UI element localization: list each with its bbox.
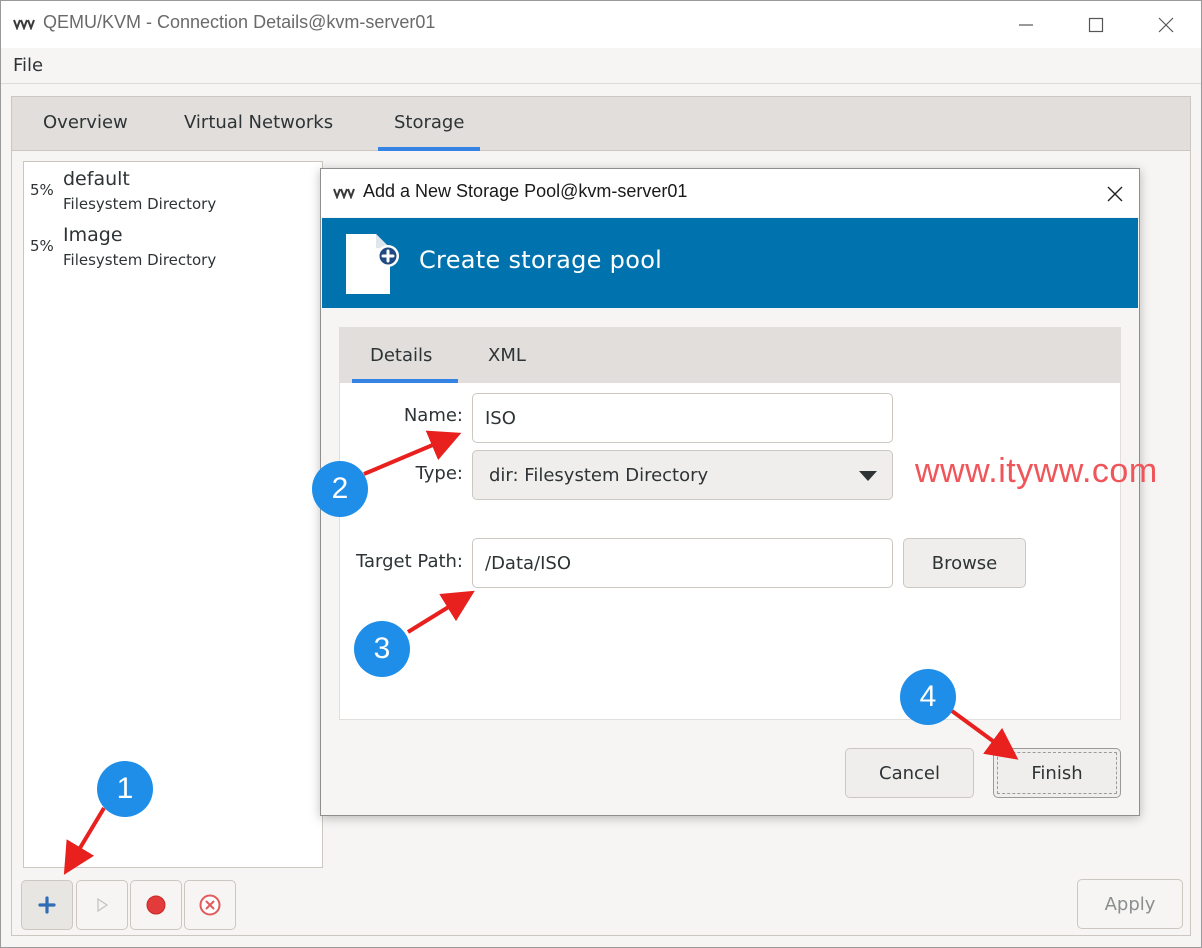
main-titlebar: QEMU/KVM - Connection Details@kvm-server…: [1, 1, 1201, 48]
stop-pool-button[interactable]: [130, 880, 182, 930]
new-document-icon: [346, 234, 399, 294]
start-pool-button[interactable]: [76, 880, 128, 930]
connection-tabbar: Overview Virtual Networks Storage: [12, 97, 1190, 151]
pool-item-image[interactable]: 5% Image Filesystem Directory: [24, 222, 322, 276]
cancel-button[interactable]: Cancel: [845, 748, 974, 798]
main-window-title: QEMU/KVM - Connection Details@kvm-server…: [43, 12, 436, 32]
dialog-tabbar: Details XML: [340, 328, 1120, 383]
pool-usage-percent: 5%: [30, 181, 54, 199]
close-window-button[interactable]: [1143, 9, 1189, 41]
maximize-button[interactable]: [1073, 9, 1119, 41]
pool-usage-percent: 5%: [30, 237, 54, 255]
tab-details[interactable]: Details: [352, 344, 458, 383]
target-path-input[interactable]: /Data/ISO: [472, 538, 893, 588]
virt-manager-logo-icon: [13, 19, 35, 30]
type-dropdown[interactable]: dir: Filesystem Directory: [472, 450, 893, 500]
dropdown-arrow-icon: [859, 471, 877, 481]
step-badge-3: 3: [354, 621, 410, 677]
pool-name: default: [63, 168, 130, 190]
add-storage-pool-dialog: Add a New Storage Pool@kvm-server01 Crea…: [320, 168, 1140, 816]
target-path-label: Target Path:: [355, 551, 463, 572]
name-input[interactable]: ISO: [472, 393, 893, 443]
delete-pool-button[interactable]: [184, 880, 236, 930]
menubar: File: [1, 48, 1201, 84]
apply-button[interactable]: Apply: [1077, 879, 1183, 929]
step-badge-4: 4: [900, 669, 956, 725]
dialog-header-banner: Create storage pool: [322, 218, 1138, 308]
pool-type: Filesystem Directory: [63, 251, 217, 269]
dialog-header-title: Create storage pool: [419, 246, 663, 274]
tab-virtual-networks[interactable]: Virtual Networks: [168, 111, 349, 151]
step-badge-1: 1: [97, 761, 153, 817]
play-icon: [97, 897, 109, 913]
delete-icon: [199, 894, 221, 916]
pool-name: Image: [63, 224, 123, 246]
watermark-text: www.ityww.com: [915, 452, 1158, 490]
stop-icon: [146, 895, 166, 915]
name-label: Name:: [403, 405, 463, 426]
minimize-button[interactable]: [1003, 9, 1049, 41]
browse-button[interactable]: Browse: [903, 538, 1026, 588]
dialog-notebook: Details XML: [339, 327, 1121, 720]
dialog-title: Add a New Storage Pool@kvm-server01: [363, 181, 688, 201]
tab-xml[interactable]: XML: [470, 344, 544, 383]
add-pool-icon: [38, 896, 56, 914]
step-badge-2: 2: [312, 461, 368, 517]
storage-pool-list[interactable]: 5% default Filesystem Directory 5% Image…: [23, 161, 323, 868]
menu-file[interactable]: File: [13, 55, 43, 76]
tab-storage[interactable]: Storage: [378, 111, 481, 151]
close-icon: [1158, 17, 1174, 33]
pool-type: Filesystem Directory: [63, 195, 217, 213]
dialog-close-button[interactable]: [1099, 179, 1131, 209]
add-pool-button[interactable]: [21, 880, 73, 930]
tab-overview[interactable]: Overview: [27, 111, 144, 151]
pool-item-default[interactable]: 5% default Filesystem Directory: [24, 166, 322, 220]
type-dropdown-value: dir: Filesystem Directory: [489, 464, 709, 486]
finish-button[interactable]: Finish: [993, 748, 1121, 798]
maximize-icon: [1088, 17, 1104, 33]
close-icon: [1107, 186, 1123, 202]
dialog-titlebar: Add a New Storage Pool@kvm-server01: [321, 169, 1139, 217]
minimize-icon: [1019, 24, 1033, 26]
virt-manager-logo-icon: [333, 188, 355, 199]
